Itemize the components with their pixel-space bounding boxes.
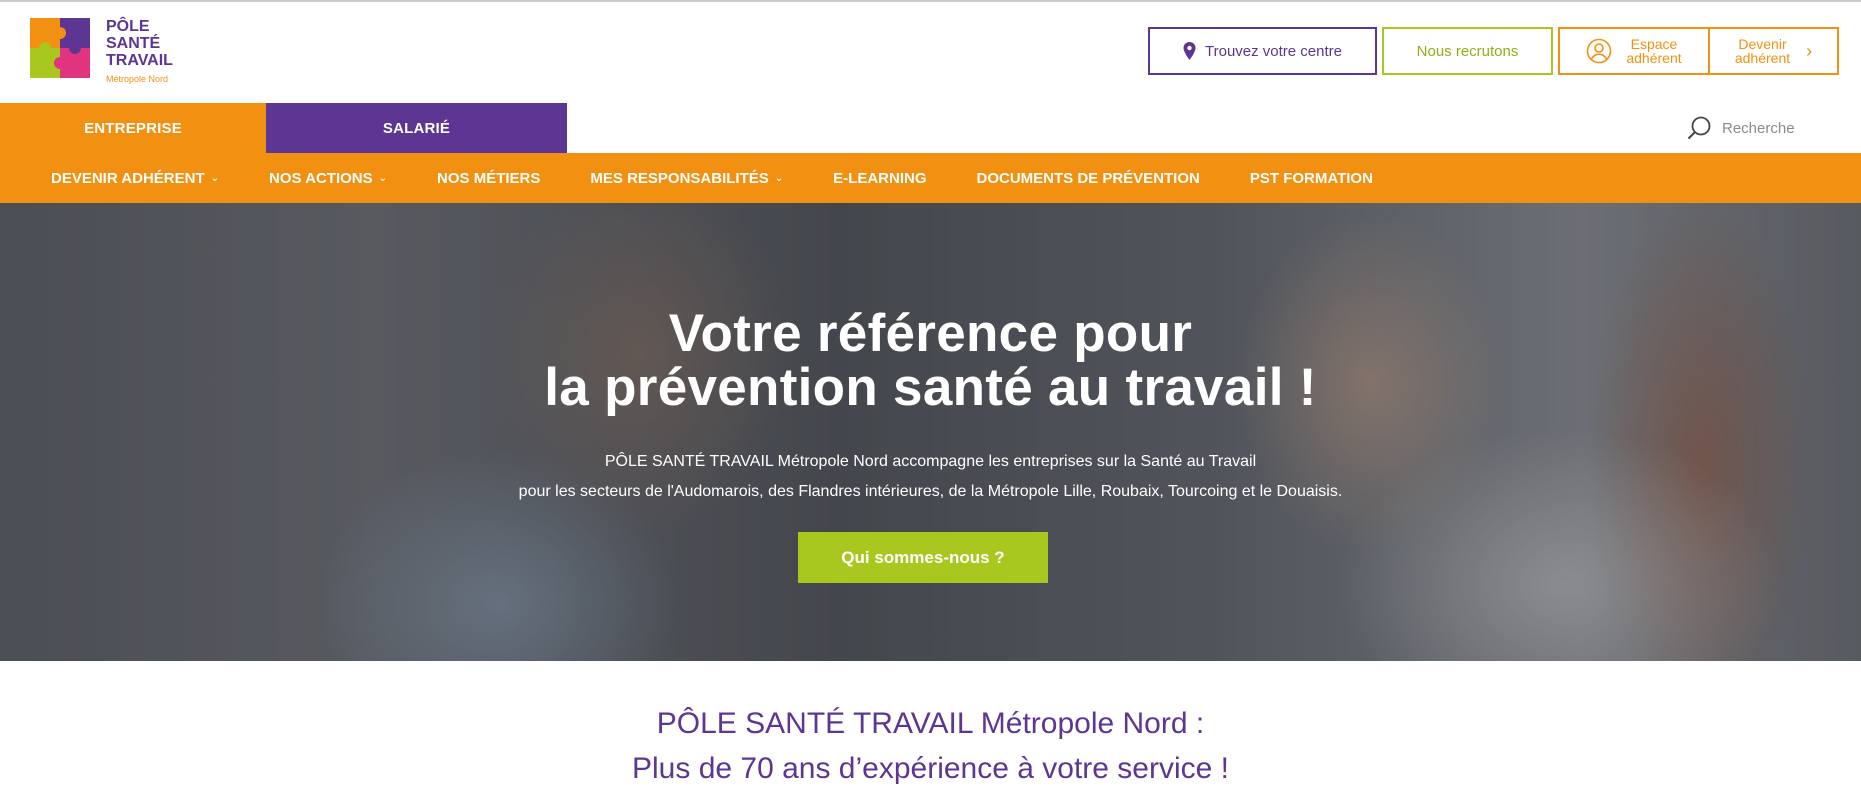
hero-content: Votre référence pour la prévention santé… [0,203,1861,661]
nav-item-pst-formation[interactable]: PST FORMATION [1250,170,1373,187]
member-area-label-l2: adhérent [1626,50,1682,66]
hero-subtitle-line-2: pour les secteurs de l'Audomarois, des F… [518,483,1343,500]
search-icon [1687,116,1711,140]
hero-subtitle: PÔLE SANTÉ TRAVAIL Métropole Nord accomp… [0,447,1861,507]
hero-title-line-2: la prévention santé au travail ! [544,358,1317,417]
logo-line-3: TRAVAIL [106,52,173,69]
recruiting-button[interactable]: Nous recrutons [1382,27,1553,75]
nav-label: NOS ACTIONS [269,169,373,187]
member-area-button[interactable]: Espace adhérent [1560,29,1710,73]
site-logo[interactable]: PÔLE SANTÉ TRAVAIL Métropole Nord [26,16,176,90]
recruiting-label: Nous recrutons [1416,42,1519,60]
intro-section: PÔLE SANTÉ TRAVAIL Métropole Nord : Plus… [0,661,1861,811]
intro-heading-line-1: PÔLE SANTÉ TRAVAIL Métropole Nord : [656,707,1205,740]
nav-label: E-LEARNING [833,169,927,187]
logo-subtitle: Métropole Nord [106,74,169,84]
chevron-down-icon: ⌄ [210,172,220,184]
member-buttons: Espace adhérent Devenir adhérent › [1558,27,1839,75]
logo-line-2: SANTÉ [106,35,161,52]
nav-item-e-learning[interactable]: E-LEARNING [833,170,926,187]
nav-label: DEVENIR ADHÉRENT [51,169,205,187]
chevron-down-icon: ⌄ [378,172,388,184]
nav-item-nos-metiers[interactable]: NOS MÉTIERS [437,170,540,187]
hero-title: Votre référence pour la prévention santé… [0,307,1861,415]
map-pin-icon [1183,42,1196,60]
nav-item-nos-actions[interactable]: NOS ACTIONS ⌄ [269,170,387,187]
site-header: PÔLE SANTÉ TRAVAIL Métropole Nord Trouve… [0,2,1861,103]
hero-banner: Votre référence pour la prévention santé… [0,203,1861,661]
nav-label: DOCUMENTS DE PRÉVENTION [976,169,1200,187]
nav-label: NOS MÉTIERS [437,169,541,187]
intro-heading-line-2: Plus de 70 ans d’expérience à votre serv… [632,752,1229,785]
find-centre-label: Trouvez votre centre [1205,42,1342,60]
nav-item-devenir-adherent[interactable]: DEVENIR ADHÉRENT ⌄ [51,170,219,187]
main-nav: DEVENIR ADHÉRENT ⌄ NOS ACTIONS ⌄ NOS MÉTIE… [0,153,1861,203]
become-member-label: Devenir adhérent [1735,37,1790,65]
become-member-button[interactable]: Devenir adhérent › [1710,29,1837,73]
nav-label: PST FORMATION [1249,169,1373,187]
chevron-right-icon: › [1806,41,1813,61]
intro-heading: PÔLE SANTÉ TRAVAIL Métropole Nord : Plus… [0,701,1861,791]
nav-item-documents-prevention[interactable]: DOCUMENTS DE PRÉVENTION [977,170,1200,187]
tab-entreprise[interactable]: ENTREPRISE [0,103,266,153]
member-area-label: Espace adhérent [1626,37,1681,65]
search-placeholder: Recherche [1722,119,1795,137]
hero-title-line-1: Votre référence pour [668,304,1193,363]
hero-subtitle-line-1: PÔLE SANTÉ TRAVAIL Métropole Nord accomp… [604,453,1257,470]
puzzle-logo-icon [30,18,90,78]
logo-line-1: PÔLE [106,18,150,35]
nav-item-mes-responsabilites[interactable]: MES RESPONSABILITÉS ⌄ [590,170,783,187]
search-box[interactable]: Recherche [1686,115,1795,141]
user-circle-icon [1587,38,1612,64]
audience-tabs: ENTREPRISE SALARIÉ Recherche [0,103,1861,153]
nav-label: MES RESPONSABILITÉS [590,169,769,187]
find-centre-button[interactable]: Trouvez votre centre [1148,27,1377,75]
become-member-label-l2: adhérent [1734,50,1791,66]
tab-salarie[interactable]: SALARIÉ [266,103,567,153]
chevron-down-icon: ⌄ [774,172,784,184]
who-are-we-button[interactable]: Qui sommes-nous ? [798,532,1048,583]
logo-wordmark: PÔLE SANTÉ TRAVAIL Métropole Nord [106,18,173,86]
